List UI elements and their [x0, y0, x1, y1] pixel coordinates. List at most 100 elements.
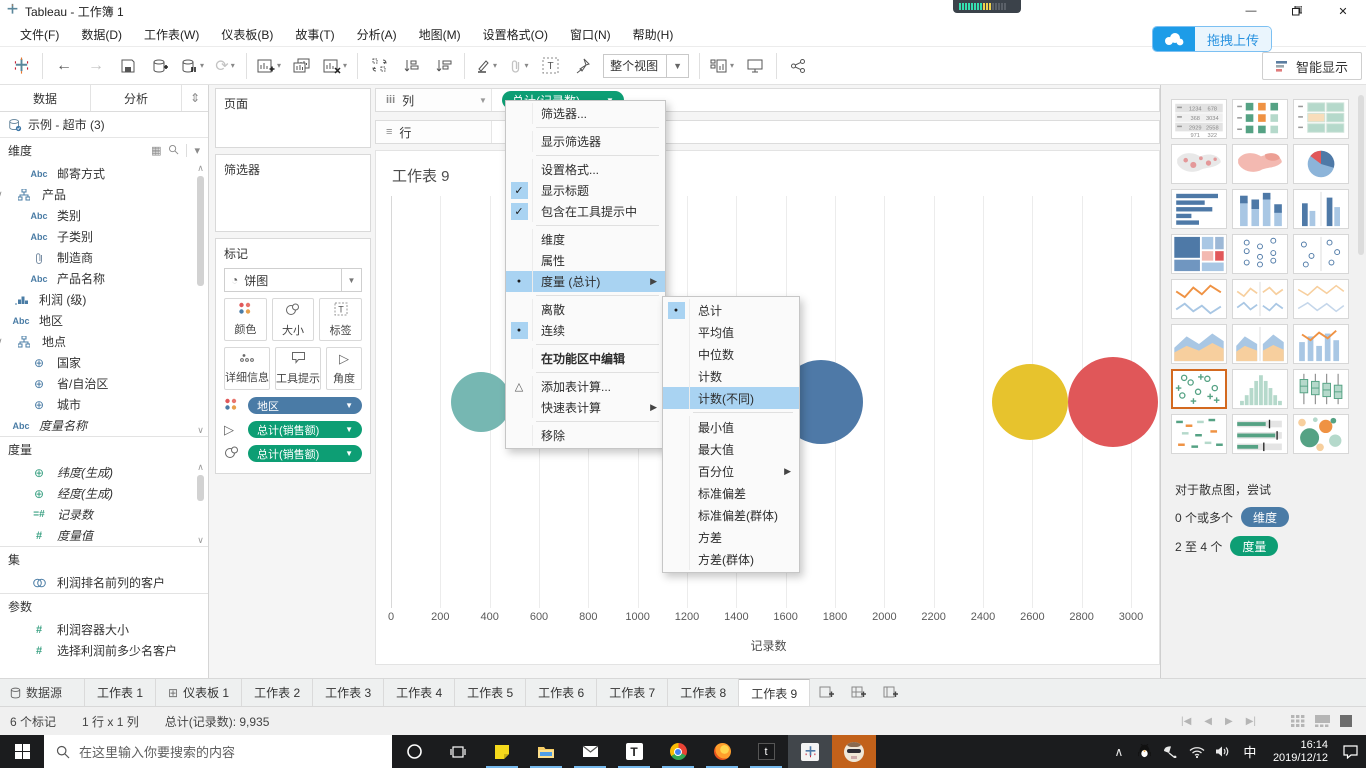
mark-type-dropdown[interactable]: ◔ 饼图 ▼: [224, 268, 362, 292]
taskbar-app-text-app[interactable]: T: [612, 735, 656, 768]
show-me-highlight-table[interactable]: [1232, 99, 1288, 139]
field-邮寄方式[interactable]: Abc 邮寄方式: [0, 163, 208, 184]
field-度量值[interactable]: # 度量值: [0, 525, 208, 546]
menu-item-离散[interactable]: 离散: [506, 299, 665, 320]
filmstrip-view-icon[interactable]: [1315, 715, 1330, 727]
find-field-icon[interactable]: [168, 144, 179, 158]
fit-selector[interactable]: 整个视图 ▼: [603, 53, 689, 78]
show-me-circle-views[interactable]: [1232, 234, 1288, 274]
menu-item-显示标题[interactable]: ✓ 显示标题: [506, 180, 665, 201]
sheet-tab-工作表 5[interactable]: 工作表 5: [455, 679, 527, 706]
marks-pill-地区[interactable]: 地区 ▼: [248, 397, 362, 414]
show-me-filled-map[interactable]: [1232, 144, 1288, 184]
share-button[interactable]: [787, 53, 809, 79]
sheet-tab-工作表 4[interactable]: 工作表 4: [384, 679, 456, 706]
sheet-tab-工作表 7[interactable]: 工作表 7: [597, 679, 669, 706]
show-me-bubbles[interactable]: [1293, 414, 1349, 454]
menu-item-方差[interactable]: 方差: [663, 526, 799, 548]
sheet-tab-仪表板 1[interactable]: ⊞ 仪表板 1: [156, 679, 243, 706]
redo-button[interactable]: →: [85, 53, 107, 79]
show-hide-cards-button[interactable]: ▾: [710, 53, 734, 79]
show-me-text-table[interactable]: 1234 678 368 3034 2929 2558 971 322: [1171, 99, 1227, 139]
field-度量名称[interactable]: Abc 度量名称: [0, 415, 208, 436]
sheet-tab-工作表 9[interactable]: 工作表 9: [739, 679, 811, 706]
menu-format[interactable]: 设置格式(O): [473, 23, 558, 46]
duplicate-sheet-button[interactable]: [291, 53, 313, 79]
field-地点[interactable]: ∨地点: [0, 331, 208, 352]
pane-expand-icon[interactable]: ⇕: [182, 85, 208, 111]
show-me-stacked-bars[interactable]: [1232, 189, 1288, 229]
undo-button[interactable]: ←: [53, 53, 75, 79]
show-me-dual-lines[interactable]: [1293, 279, 1349, 319]
field-经度(生成)[interactable]: ⊕ 经度(生成): [0, 483, 208, 504]
hidden-icons-chevron[interactable]: ∧: [1111, 745, 1127, 759]
tableau-toolbar-logo-icon[interactable]: [10, 53, 32, 79]
show-me-side-circles[interactable]: [1293, 234, 1349, 274]
minimize-button[interactable]: —: [1228, 0, 1274, 22]
tab-analytics[interactable]: 分析: [90, 85, 182, 111]
show-me-lines-discrete[interactable]: [1232, 279, 1288, 319]
show-me-lines[interactable]: [1171, 279, 1227, 319]
menu-item-属性[interactable]: 属性: [506, 250, 665, 271]
restore-button[interactable]: [1274, 0, 1320, 22]
clear-sheet-button[interactable]: ▾: [323, 53, 347, 79]
satellite-tray-icon[interactable]: [1163, 745, 1179, 758]
menu-worksheet[interactable]: 工作表(W): [134, 23, 209, 46]
menu-item-最小值[interactable]: 最小值: [663, 416, 799, 438]
next-sheet-button[interactable]: ▶: [1225, 716, 1233, 727]
field-利润 (级)[interactable]: 利润 (级): [0, 289, 208, 310]
menu-item-中位数[interactable]: 中位数: [663, 343, 799, 365]
taskbar-clock[interactable]: 16:14 2019/12/12: [1273, 739, 1328, 765]
menu-item-计数(不同)[interactable]: 计数(不同): [663, 387, 799, 409]
new-worksheet-button[interactable]: ▾: [257, 53, 281, 79]
show-me-area[interactable]: [1171, 324, 1227, 364]
single-sheet-view-icon[interactable]: [1340, 715, 1352, 727]
swap-rows-columns-button[interactable]: [368, 53, 390, 79]
sheet-tab-工作表 1[interactable]: 工作表 1: [85, 679, 157, 706]
sheet-tab-数据源[interactable]: 数据源: [0, 679, 86, 706]
menu-item-标准偏差[interactable]: 标准偏差: [663, 482, 799, 504]
menu-item-显示筛选器[interactable]: 显示筛选器: [506, 131, 665, 152]
pages-shelf[interactable]: 页面: [215, 88, 371, 148]
menu-window[interactable]: 窗口(N): [560, 23, 621, 46]
menu-item-度量 (总计)[interactable]: ● 度量 (总计) ▶: [506, 271, 665, 292]
show-me-side-bars[interactable]: [1293, 189, 1349, 229]
marks-button-color[interactable]: 颜色: [224, 298, 267, 341]
field-省/自治区[interactable]: ⊕ 省/自治区: [0, 373, 208, 394]
sheet-tab-工作表 2[interactable]: 工作表 2: [242, 679, 314, 706]
menu-item-标准偏差(群体)[interactable]: 标准偏差(群体): [663, 504, 799, 526]
start-button[interactable]: [0, 735, 44, 768]
pie-mark[interactable]: [991, 364, 1068, 440]
field-地区[interactable]: Abc 地区: [0, 310, 208, 331]
field-国家[interactable]: ⊕ 国家: [0, 352, 208, 373]
show-me-box-plot[interactable]: [1293, 369, 1349, 409]
menu-item-总计[interactable]: ● 总计: [663, 299, 799, 321]
show-me-area-discrete[interactable]: [1232, 324, 1288, 364]
show-me-dual-combo[interactable]: [1293, 324, 1349, 364]
menu-item-平均值[interactable]: 平均值: [663, 321, 799, 343]
taskbar-app-typora[interactable]: t: [744, 735, 788, 768]
first-sheet-button[interactable]: |◀: [1181, 716, 1191, 727]
new-story-tab-button[interactable]: [874, 679, 906, 706]
sort-ascending-button[interactable]: [400, 53, 422, 79]
field-记录数[interactable]: =# 记录数: [0, 504, 208, 525]
sheet-tab-工作表 8[interactable]: 工作表 8: [668, 679, 740, 706]
field-城市[interactable]: ⊕ 城市: [0, 394, 208, 415]
marks-button-angle[interactable]: ▷ 角度: [326, 347, 362, 390]
new-datasource-button[interactable]: [149, 53, 171, 79]
qq-tray-icon[interactable]: [1137, 744, 1153, 759]
pie-mark[interactable]: [451, 372, 512, 432]
taskbar-app-mail[interactable]: [568, 735, 612, 768]
menu-item-设置格式...[interactable]: 设置格式...: [506, 159, 665, 180]
menu-item-移除[interactable]: 移除: [506, 425, 665, 446]
group-members-button[interactable]: ▾: [507, 53, 529, 79]
filters-shelf[interactable]: 筛选器: [215, 154, 371, 232]
menu-item-在功能区中编辑[interactable]: 在功能区中编辑: [506, 348, 665, 369]
marks-button-text[interactable]: T 标签: [319, 298, 363, 341]
pie-mark[interactable]: [1067, 357, 1158, 447]
taskbar-app-screen-recorder[interactable]: [832, 735, 876, 768]
taskbar-app-firefox[interactable]: [700, 735, 744, 768]
presentation-mode-button[interactable]: [744, 53, 766, 79]
field-选择利润前多少名客户[interactable]: # 选择利润前多少名客户: [0, 640, 208, 661]
fix-axes-button[interactable]: [571, 53, 593, 79]
